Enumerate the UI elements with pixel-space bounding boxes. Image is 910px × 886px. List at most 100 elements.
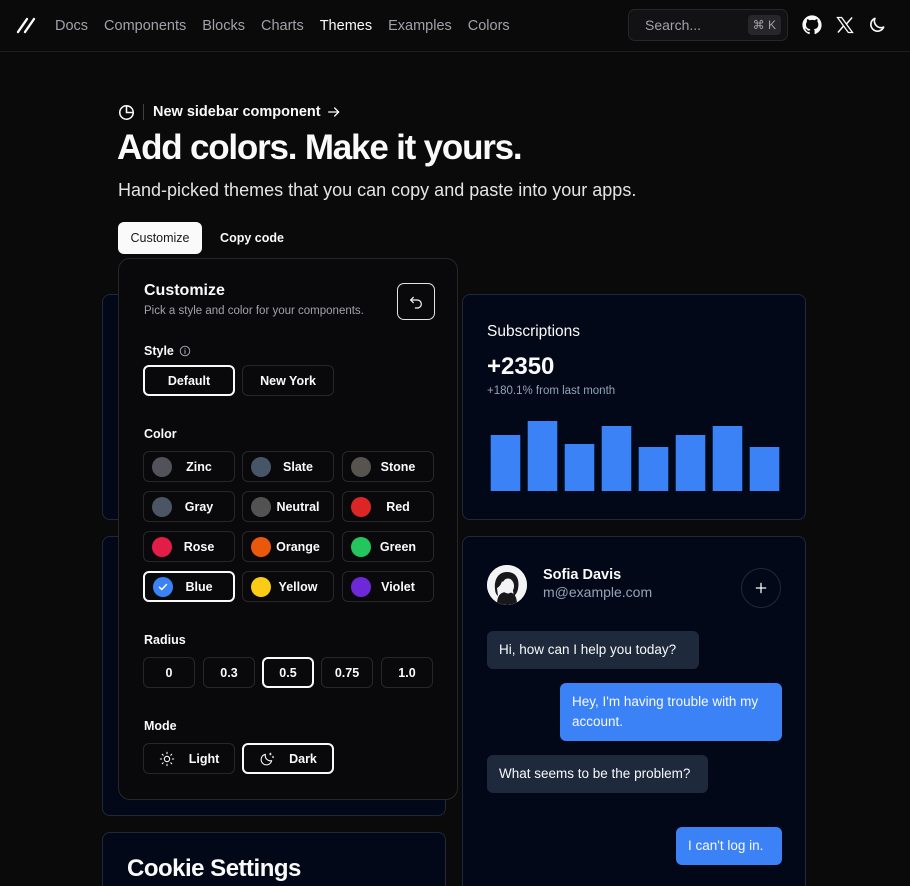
arrow-right-icon xyxy=(327,107,339,117)
reset-button[interactable] xyxy=(397,283,435,320)
color-label-text: Gray xyxy=(184,499,214,514)
subscriptions-card: Subscriptions +2350 +180.1% from last mo… xyxy=(462,294,806,520)
search-box[interactable]: ⌘ K xyxy=(628,9,788,41)
moon-icon[interactable] xyxy=(867,15,887,35)
color-swatch xyxy=(152,496,172,517)
page-subtitle: Hand-picked themes that you can copy and… xyxy=(118,180,637,200)
page-title: Add colors. Make it yours. xyxy=(117,128,523,167)
nav-blocks[interactable]: Blocks xyxy=(202,18,245,34)
radius-0[interactable]: 0 xyxy=(143,657,195,688)
nav-charts[interactable]: Charts xyxy=(261,18,304,34)
color-red[interactable]: Red xyxy=(342,491,434,522)
nav-colors[interactable]: Colors xyxy=(468,18,510,34)
color-label-text: Neutral xyxy=(276,499,320,514)
nav-examples[interactable]: Examples xyxy=(388,18,452,34)
nav-docs[interactable]: Docs xyxy=(55,18,88,34)
color-rose[interactable]: Rose xyxy=(143,531,235,562)
avatar-image xyxy=(487,565,527,605)
chart-bar xyxy=(638,447,669,491)
customize-button[interactable]: Customize xyxy=(118,222,202,254)
color-orange[interactable]: Orange xyxy=(242,531,334,562)
mode-dark[interactable]: Dark xyxy=(242,743,334,774)
color-swatch xyxy=(251,456,271,477)
color-zinc[interactable]: Zinc xyxy=(143,451,235,482)
mode-light-label: Light xyxy=(188,751,220,766)
sun-icon xyxy=(159,751,174,766)
color-swatch xyxy=(251,496,271,517)
chart-bar xyxy=(749,447,780,491)
color-label-text: Stone xyxy=(380,459,416,474)
plus-icon xyxy=(755,582,767,594)
color-swatch xyxy=(351,536,371,557)
cookie-settings-card: Cookie Settings xyxy=(102,832,446,886)
color-swatch xyxy=(251,536,271,557)
customize-title: Customize xyxy=(144,282,225,299)
subscriptions-title: Subscriptions xyxy=(487,323,581,340)
chat-message: Hey, I'm having trouble with my account. xyxy=(560,683,782,741)
chat-contact-email: m@example.com xyxy=(543,584,653,600)
site-header: Docs Components Blocks Charts Themes Exa… xyxy=(0,0,910,52)
radius-0-3[interactable]: 0.3 xyxy=(203,657,255,688)
color-label: Color xyxy=(144,427,177,441)
github-icon[interactable] xyxy=(802,15,822,35)
mode-dark-label: Dark xyxy=(289,751,317,766)
check-icon xyxy=(158,583,168,590)
color-label-text: Red xyxy=(386,499,410,514)
customize-subtitle: Pick a style and color for your componen… xyxy=(144,305,364,317)
color-swatch xyxy=(351,456,371,477)
color-label-text: Orange xyxy=(276,539,320,554)
chat-contact-name: Sofia Davis xyxy=(543,567,622,583)
logo-icon[interactable] xyxy=(16,15,36,35)
chart-bar xyxy=(712,426,743,491)
subscriptions-value: +2350 xyxy=(487,353,555,380)
style-label: Style xyxy=(144,344,191,358)
color-slate[interactable]: Slate xyxy=(242,451,334,482)
customize-popover: Customize Pick a style and color for you… xyxy=(118,258,458,800)
color-label-text: Slate xyxy=(283,459,313,474)
avatar xyxy=(487,565,527,605)
color-green[interactable]: Green xyxy=(342,531,434,562)
color-label-text: Violet xyxy=(381,579,415,594)
announcement-text: New sidebar component xyxy=(153,104,321,120)
info-icon[interactable] xyxy=(179,345,191,357)
chart-bar xyxy=(675,435,706,491)
chart-bar xyxy=(527,421,558,491)
color-label-text: Rose xyxy=(183,539,215,554)
color-gray[interactable]: Gray xyxy=(143,491,235,522)
add-contact-button[interactable] xyxy=(741,568,781,608)
x-twitter-icon[interactable] xyxy=(835,15,855,35)
color-label-text: Zinc xyxy=(186,459,212,474)
subscriptions-change: +180.1% from last month xyxy=(487,385,616,397)
pie-chart-icon xyxy=(118,104,135,120)
nav-themes[interactable]: Themes xyxy=(320,18,372,34)
color-stone[interactable]: Stone xyxy=(342,451,434,482)
radius-label: Radius xyxy=(144,633,186,647)
chart-bar xyxy=(564,444,595,491)
nav-components[interactable]: Components xyxy=(104,18,186,34)
radius-0-5[interactable]: 0.5 xyxy=(262,657,314,688)
radius-1-0[interactable]: 1.0 xyxy=(381,657,433,688)
chat-message: Hi, how can I help you today? xyxy=(487,631,699,669)
announcement-link[interactable]: New sidebar component xyxy=(118,102,342,122)
color-label-text: Yellow xyxy=(278,579,318,594)
color-blue[interactable]: Blue xyxy=(143,571,235,602)
search-input[interactable] xyxy=(629,10,739,40)
copy-code-button[interactable]: Copy code xyxy=(210,222,294,254)
style-label-text: Style xyxy=(144,344,174,358)
color-swatch xyxy=(152,456,172,477)
chat-card: Sofia Davis m@example.com Hi, how can I … xyxy=(462,536,806,886)
divider xyxy=(143,104,144,120)
style-default[interactable]: Default xyxy=(143,365,235,396)
color-swatch xyxy=(351,496,371,517)
cookie-settings-title: Cookie Settings xyxy=(127,855,301,882)
color-yellow[interactable]: Yellow xyxy=(242,571,334,602)
mode-light[interactable]: Light xyxy=(143,743,235,774)
color-neutral[interactable]: Neutral xyxy=(242,491,334,522)
color-violet[interactable]: Violet xyxy=(342,571,434,602)
style-new-york[interactable]: New York xyxy=(242,365,334,396)
color-swatch xyxy=(351,576,371,597)
color-swatch xyxy=(153,576,173,597)
undo-icon xyxy=(410,296,422,309)
color-label-text: Green xyxy=(379,539,417,554)
radius-0-75[interactable]: 0.75 xyxy=(321,657,373,688)
